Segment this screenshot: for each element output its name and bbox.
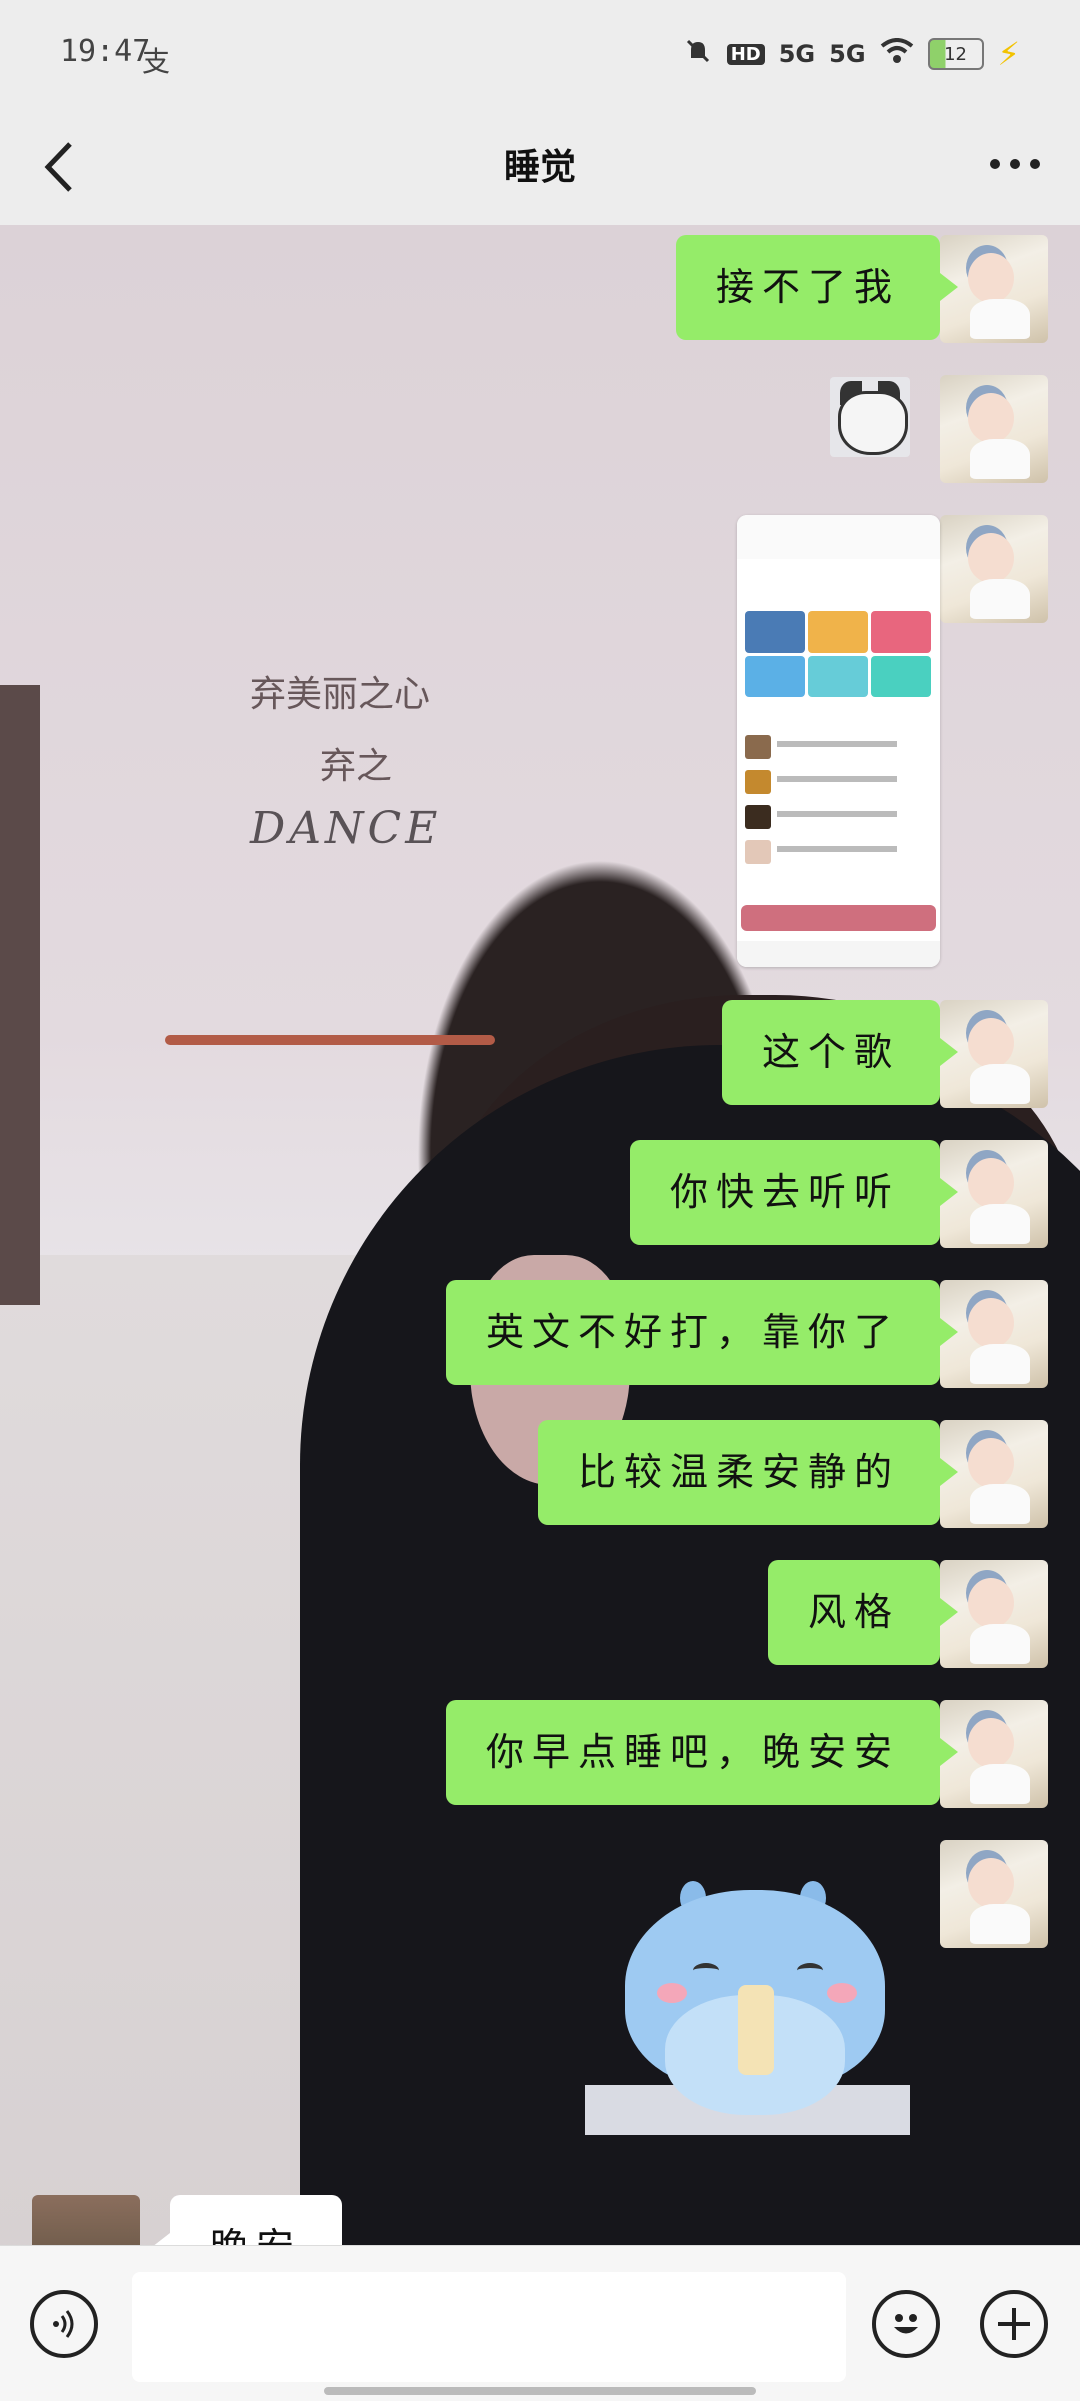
wifi-icon xyxy=(880,38,914,70)
cat-sticker-icon[interactable] xyxy=(830,377,910,457)
music-app-screenshot[interactable] xyxy=(737,515,940,967)
my-avatar[interactable] xyxy=(940,375,1048,483)
emoji-icon xyxy=(894,2314,918,2334)
incoming-message-text[interactable]: 晚安 xyxy=(151,2195,343,2245)
contact-avatar[interactable] xyxy=(32,2195,140,2245)
chat-background-wall-text: 弃美丽之心 弃之 DANCE xyxy=(250,674,442,854)
plus-icon xyxy=(998,2308,1030,2340)
message-text: 你快去听听 xyxy=(629,1140,959,1245)
message-text: 接不了我 xyxy=(675,235,959,340)
chat-title: 睡觉 xyxy=(503,146,576,188)
voice-icon xyxy=(53,2310,74,2338)
battery-icon: 12 xyxy=(927,38,984,70)
more-button[interactable] xyxy=(980,140,1050,200)
5g-signal-icon: 5G xyxy=(829,40,866,68)
my-avatar[interactable] xyxy=(940,1840,1048,1948)
message-bubble[interactable]: 你快去听听 xyxy=(629,1140,959,1245)
home-indicator[interactable] xyxy=(324,2387,756,2395)
my-avatar[interactable] xyxy=(940,515,1048,623)
plus-button[interactable] xyxy=(980,2290,1048,2358)
emoji-button[interactable] xyxy=(872,2290,940,2358)
carrier-icon: 支 xyxy=(142,45,171,78)
title-bar: 睡觉 xyxy=(0,110,1080,225)
screenshot-header xyxy=(737,515,940,559)
message-bubble[interactable]: 风格 xyxy=(767,1560,959,1665)
message-text: 这个歌 xyxy=(721,1000,959,1105)
message-bubble[interactable]: 比较温柔安静的 xyxy=(537,1420,959,1525)
hd-icon: HD xyxy=(726,43,765,65)
voice-button[interactable] xyxy=(30,2290,98,2358)
message-input[interactable] xyxy=(132,2272,846,2382)
chat-area[interactable]: 弃美丽之心 弃之 DANCE 接不了我 这个歌 你快去听听 英文不好打，靠你了 … xyxy=(0,225,1080,2245)
bell-muted-icon xyxy=(683,36,713,72)
more-horizontal-icon xyxy=(990,159,1040,169)
chat-background-barre xyxy=(165,1035,495,1045)
message-text: 英文不好打，靠你了 xyxy=(445,1280,959,1385)
message-bubble[interactable]: 接不了我 xyxy=(675,235,959,340)
chat-background-door xyxy=(0,685,40,1305)
input-bar xyxy=(0,2245,1080,2401)
screenshot-tiles xyxy=(745,611,931,697)
message-text: 比较温柔安静的 xyxy=(537,1420,959,1525)
charging-icon: ⚡ xyxy=(997,35,1020,73)
status-icons: HD 5G 5G 12 ⚡ xyxy=(683,34,1020,74)
blue-dinosaur-sticker-icon[interactable] xyxy=(585,1881,910,2135)
message-text: 你早点睡吧，晚安安 xyxy=(445,1700,959,1805)
message-bubble[interactable]: 这个歌 xyxy=(721,1000,959,1105)
screenshot-player xyxy=(741,905,936,931)
message-bubble[interactable]: 你早点睡吧，晚安安 xyxy=(445,1700,959,1805)
status-bar: 19:47 支 HD 5G 5G 12 ⚡ xyxy=(0,0,1080,110)
message-text: 风格 xyxy=(767,1560,959,1665)
5g-signal-icon: 5G xyxy=(778,40,816,68)
status-time: 19:47 xyxy=(60,34,151,69)
screenshot-nav xyxy=(737,941,940,967)
message-bubble[interactable]: 英文不好打，靠你了 xyxy=(445,1280,959,1385)
